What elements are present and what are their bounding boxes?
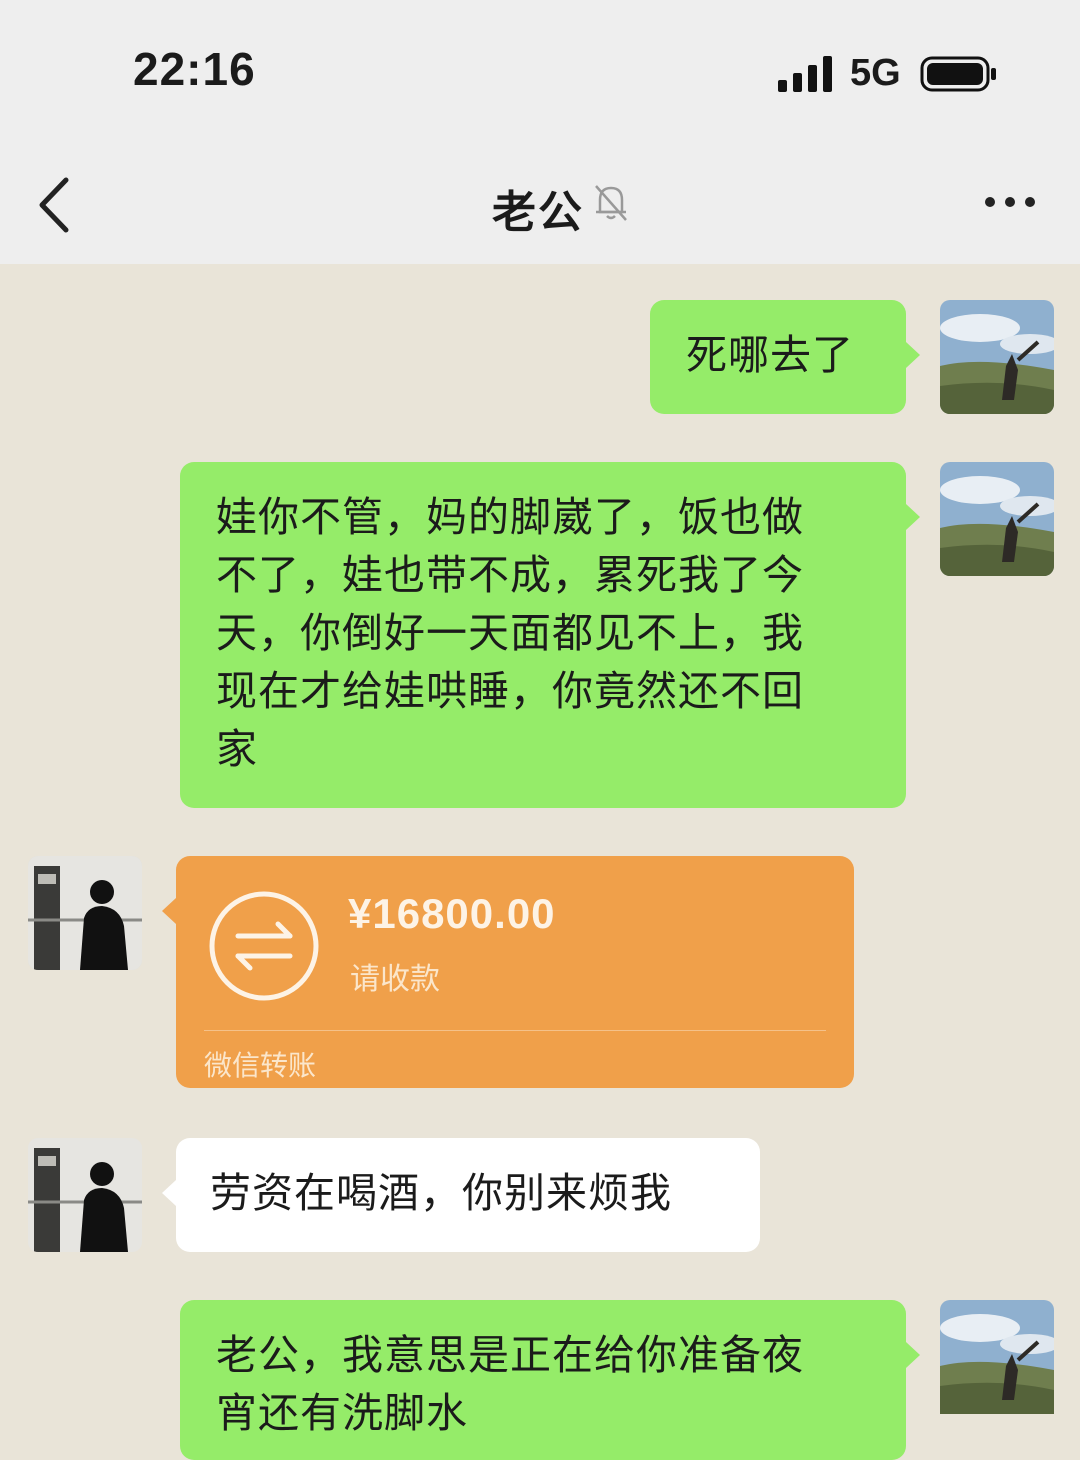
divider bbox=[204, 1030, 826, 1031]
transfer-amount: ¥16800.00 bbox=[348, 890, 556, 937]
transfer-card[interactable]: ¥16800.00 请收款 微信转账 bbox=[176, 856, 854, 1088]
chat-header: 老公 bbox=[0, 150, 1080, 264]
bell-mute-icon bbox=[595, 185, 627, 221]
bubble-tail bbox=[162, 898, 176, 924]
avatar-contact[interactable] bbox=[28, 856, 142, 970]
avatar-contact[interactable] bbox=[28, 1138, 142, 1252]
message-bubble-outgoing[interactable]: 老公，我意思是正在给你准备夜 宵还有洗脚水 bbox=[180, 1300, 906, 1460]
transfer-source-label: 微信转账 bbox=[204, 1049, 317, 1082]
message-bubble-incoming[interactable]: 劳资在喝酒，你别来烦我 bbox=[176, 1138, 760, 1252]
avatar-self[interactable] bbox=[940, 1300, 1054, 1440]
network-label: 5G bbox=[850, 52, 901, 94]
bubble-tail bbox=[906, 504, 920, 530]
bubble-tail bbox=[162, 1180, 176, 1206]
bubble-tail bbox=[906, 1342, 920, 1368]
message-text: 劳资在喝酒，你别来烦我 bbox=[210, 1169, 672, 1217]
avatar-self[interactable] bbox=[940, 462, 1054, 576]
transfer-status: 请收款 bbox=[350, 962, 440, 997]
back-button[interactable] bbox=[28, 172, 88, 238]
battery-icon bbox=[920, 56, 996, 92]
bubble-tail bbox=[906, 342, 920, 368]
avatar-self[interactable] bbox=[940, 300, 1054, 414]
message-bubble-outgoing[interactable]: 死哪去了 bbox=[650, 300, 906, 414]
transfer-arrows-icon bbox=[209, 891, 319, 1001]
message-text: 娃你不管，妈的脚崴了，饭也做 不了，娃也带不成，累死我了今 天，你倒好一天面都见… bbox=[216, 493, 804, 773]
message-bubble-outgoing[interactable]: 娃你不管，妈的脚崴了，饭也做 不了，娃也带不成，累死我了今 天，你倒好一天面都见… bbox=[180, 462, 906, 808]
chat-title: 老公 bbox=[492, 187, 584, 238]
signal-bars-icon bbox=[778, 56, 832, 92]
message-text: 死哪去了 bbox=[686, 331, 854, 379]
message-text: 老公，我意思是正在给你准备夜 宵还有洗脚水 bbox=[216, 1331, 804, 1437]
more-button[interactable] bbox=[970, 182, 1048, 222]
status-bar: 22:16 5G bbox=[0, 0, 1080, 150]
status-time: 22:16 bbox=[133, 43, 256, 95]
